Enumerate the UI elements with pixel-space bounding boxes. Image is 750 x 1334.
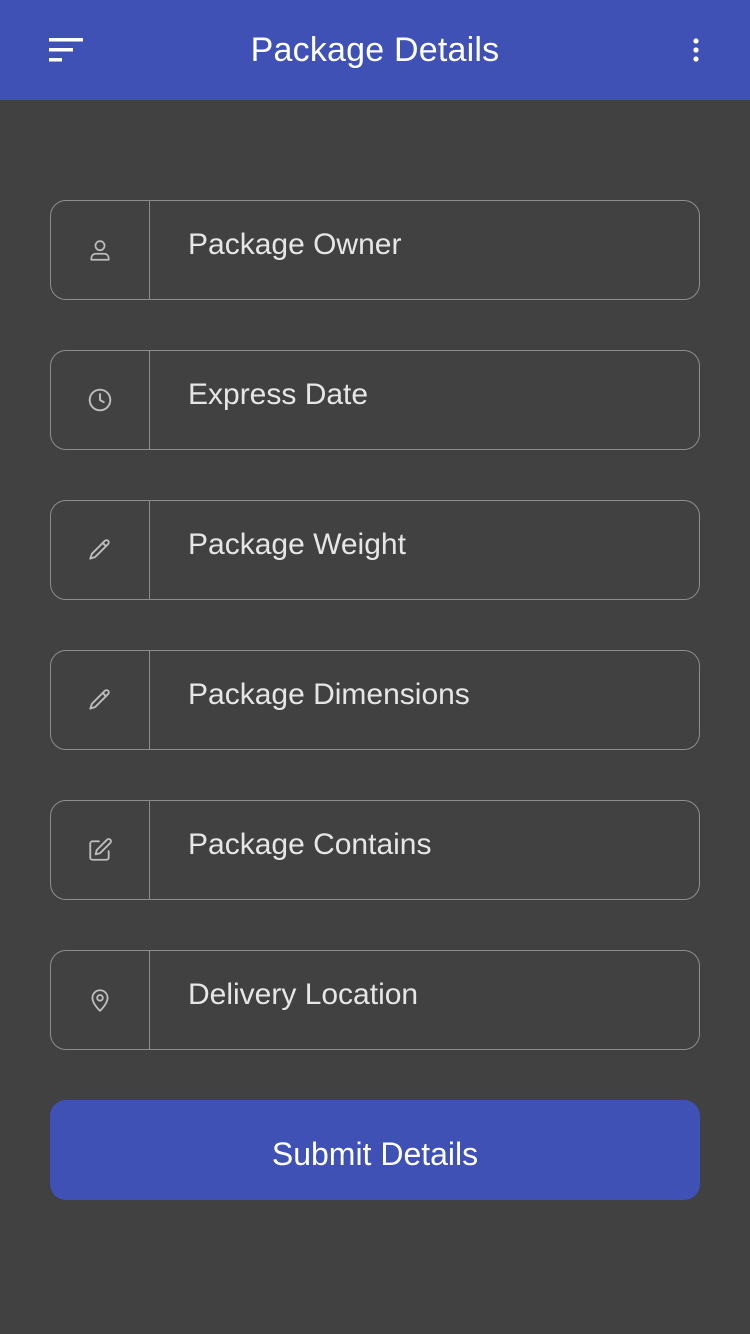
clock-icon (88, 388, 112, 412)
delivery-location-input[interactable]: Delivery Location (150, 951, 699, 1049)
app-bar: Package Details (0, 0, 750, 100)
field-icon-cell (51, 801, 150, 899)
package-owner-field[interactable]: Package Owner (50, 200, 700, 300)
package-weight-field[interactable]: Package Weight (50, 500, 700, 600)
field-icon-cell (51, 951, 150, 1049)
app-screen: Package Details Package Owner Express Da… (0, 0, 750, 1334)
field-icon-cell (51, 501, 150, 599)
edit-square-icon (89, 838, 112, 861)
express-date-field[interactable]: Express Date (50, 350, 700, 450)
user-icon (90, 240, 110, 261)
more-options-button[interactable] (672, 26, 720, 74)
package-owner-input[interactable]: Package Owner (150, 201, 699, 299)
pencil-icon (89, 689, 110, 710)
package-form: Package Owner Express Date Package Weigh… (50, 200, 700, 1100)
package-contains-field[interactable]: Package Contains (50, 800, 700, 900)
field-icon-cell (51, 651, 150, 749)
delivery-location-field[interactable]: Delivery Location (50, 950, 700, 1050)
page-title: Package Details (250, 31, 500, 69)
field-icon-cell (51, 351, 150, 449)
submit-details-button[interactable]: Submit Details (50, 1100, 700, 1200)
package-dimensions-field[interactable]: Package Dimensions (50, 650, 700, 750)
package-contains-input[interactable]: Package Contains (150, 801, 699, 899)
map-pin-icon (91, 989, 109, 1012)
field-icon-cell (51, 201, 150, 299)
package-weight-input[interactable]: Package Weight (150, 501, 699, 599)
more-vertical-icon (693, 38, 699, 62)
pencil-icon (89, 539, 110, 560)
package-dimensions-input[interactable]: Package Dimensions (150, 651, 699, 749)
express-date-input[interactable]: Express Date (150, 351, 699, 449)
